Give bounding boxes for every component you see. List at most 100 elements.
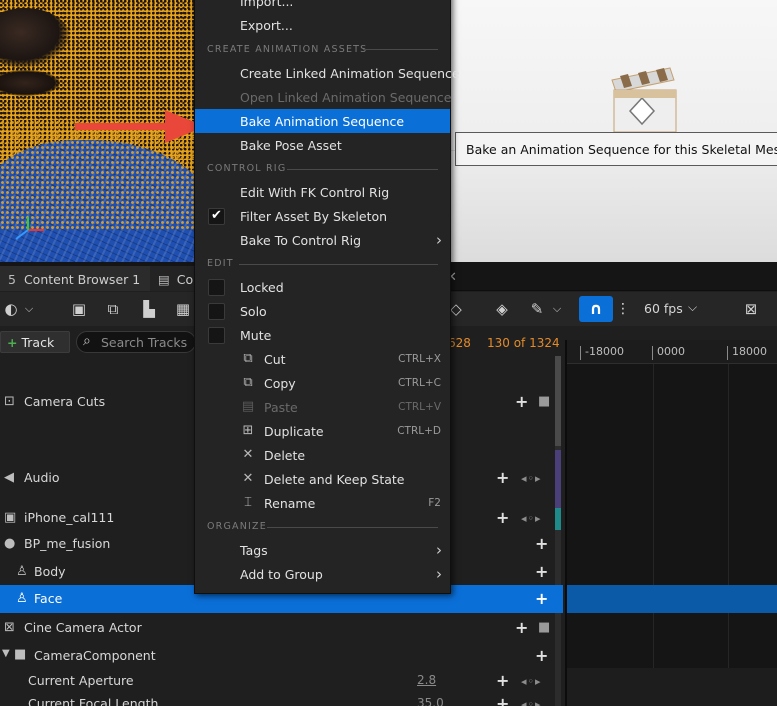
checkbox-checked[interactable]	[208, 208, 225, 225]
viewport-scene[interactable]	[450, 0, 777, 262]
key-navigation-icon[interactable]: ◂◦▸	[521, 675, 542, 688]
section-divider	[287, 169, 438, 170]
skeletal-mesh-icon: ♙	[16, 564, 28, 579]
add-plus-icon[interactable]: +	[535, 589, 548, 608]
menu-item-bake-to-control-rig[interactable]: Bake To Control Rig ›	[195, 228, 450, 252]
menu-item-solo[interactable]: Solo	[195, 299, 450, 323]
expand-arrow-icon[interactable]: ▼	[2, 648, 10, 659]
menu-item-bake-animation-sequence[interactable]: Bake Animation Sequence	[195, 109, 450, 133]
ruler-tick: -18000	[580, 346, 624, 360]
snap-options-button[interactable]: ⋮	[614, 296, 632, 322]
key-navigation-icon[interactable]: ◂◦▸	[521, 698, 542, 706]
frame-start-readout[interactable]: 628	[448, 336, 471, 350]
search-icon: ⌕	[83, 333, 91, 349]
track-current-focal-length[interactable]: Current Focal Length 35.0 + ◂◦▸	[0, 692, 563, 706]
paste-icon: ▤	[241, 399, 255, 414]
grid-line	[653, 364, 654, 706]
camera-component-icon: ■	[14, 647, 27, 662]
audio-icon: ◀	[4, 470, 14, 485]
key-filter-icon[interactable]: ◈	[491, 299, 513, 319]
save-icon[interactable]: ▣	[68, 299, 90, 319]
add-plus-icon[interactable]: +	[496, 694, 509, 706]
menu-item-create-linked-anim[interactable]: Create Linked Animation Sequence	[195, 61, 460, 85]
track-camera-component[interactable]: ▼ ■ CameraComponent +	[0, 644, 563, 668]
menu-item-export[interactable]: Export...	[195, 13, 450, 37]
add-track-button[interactable]: + Track	[0, 331, 70, 353]
menu-item-duplicate[interactable]: ⊞ Duplicate CTRL+D	[195, 419, 450, 443]
menu-item-label: Edit With FK Control Rig	[240, 185, 390, 200]
menu-item-label: Cut	[264, 352, 286, 367]
edit-pencil-icon[interactable]: ✎	[526, 299, 548, 319]
camera-lock-icon[interactable]: ■	[538, 620, 550, 635]
menu-item-delete[interactable]: ✕ Delete	[195, 443, 450, 467]
chevron-down-icon[interactable]: ⌵	[688, 300, 697, 315]
magnet-snap-button[interactable]: ∩	[579, 296, 613, 322]
tab-sequencer[interactable]: ▤ Con	[150, 266, 201, 291]
shortcut-label: CTRL+V	[398, 401, 441, 413]
track-current-aperture[interactable]: Current Aperture 2.8 + ◂◦▸	[0, 669, 563, 693]
checkbox-unchecked[interactable]	[208, 327, 225, 344]
track-label: Face	[34, 591, 63, 606]
add-plus-icon[interactable]: +	[496, 508, 509, 527]
menu-item-locked[interactable]: Locked	[195, 275, 450, 299]
menu-item-tags[interactable]: Tags ›	[195, 538, 450, 562]
chevron-right-icon: ›	[436, 565, 442, 583]
add-plus-icon[interactable]: +	[496, 671, 509, 690]
menu-item-bake-pose-asset[interactable]: Bake Pose Asset	[195, 133, 450, 157]
mesh-chin-shape	[0, 70, 60, 96]
find-in-browser-icon[interactable]: ⧉	[102, 299, 124, 319]
section-header-organize: ORGANIZE	[207, 521, 267, 532]
track-cine-camera-actor[interactable]: ⊠ Cine Camera Actor + ■	[0, 616, 563, 640]
menu-item-mute[interactable]: Mute	[195, 323, 450, 347]
clapper-toolbar-icon[interactable]: ▦	[172, 299, 194, 319]
timeline-area[interactable]: -18000 0000 18000	[565, 340, 777, 706]
chevron-down-icon[interactable]: ⌵	[18, 299, 40, 319]
menu-item-cut[interactable]: ⧉ Cut CTRL+X	[195, 347, 450, 371]
key-navigation-icon[interactable]: ◂◦▸	[521, 472, 542, 485]
menu-item-edit-fk-control-rig[interactable]: Edit With FK Control Rig	[195, 180, 450, 204]
section-header-edit: EDIT	[207, 258, 234, 269]
clapperboard-icon	[611, 67, 677, 133]
add-plus-icon[interactable]: +	[515, 618, 528, 637]
menu-item-add-to-group[interactable]: Add to Group ›	[195, 562, 450, 586]
track-label: Current Aperture	[28, 673, 134, 688]
frame-counter-readout[interactable]: 130 of 1324	[487, 336, 560, 350]
checkbox-unchecked[interactable]	[208, 279, 225, 296]
add-plus-icon[interactable]: +	[515, 392, 528, 411]
render-movie-icon[interactable]: ▙	[138, 299, 160, 319]
camera-lock-icon[interactable]: ■	[538, 394, 550, 409]
search-tracks-input[interactable]: ⌕ Search Tracks	[76, 331, 196, 353]
add-plus-icon[interactable]: +	[535, 562, 548, 581]
menu-item-label: Bake Animation Sequence	[240, 114, 405, 129]
menu-item-label: Import...	[240, 0, 294, 9]
copy-icon: ⧉	[243, 375, 253, 390]
add-plus-icon[interactable]: +	[535, 534, 548, 553]
key-navigation-icon[interactable]: ◂◦▸	[521, 512, 542, 525]
focal-length-value-field[interactable]: 35.0	[417, 696, 444, 706]
section-divider	[239, 264, 438, 265]
framerate-dropdown[interactable]: 60 fps	[644, 301, 683, 316]
ruler-tick: 18000	[727, 346, 767, 360]
menu-item-label: Locked	[240, 280, 284, 295]
track-label: Audio	[24, 470, 60, 485]
menu-item-import[interactable]: Import...	[195, 0, 450, 13]
menu-item-filter-asset-by-skeleton[interactable]: Filter Asset By Skeleton	[195, 204, 450, 228]
add-plus-icon[interactable]: +	[496, 468, 509, 487]
duplicate-icon: ⊞	[242, 423, 254, 438]
menu-item-copy[interactable]: ⧉ Copy CTRL+C	[195, 371, 450, 395]
add-plus-icon[interactable]: +	[535, 646, 548, 665]
delete-x-icon: ✕	[242, 447, 254, 462]
chevron-down-icon[interactable]: ⌵	[546, 299, 568, 319]
viewport-face-mesh[interactable]	[0, 0, 195, 262]
shortcut-label: F2	[428, 497, 441, 509]
curve-editor-icon[interactable]: ⊠	[740, 299, 762, 319]
menu-item-rename[interactable]: ⌶ Rename F2	[195, 491, 450, 515]
aperture-value-field[interactable]: 2.8	[417, 673, 436, 687]
menu-item-delete-keep-state[interactable]: ✕ Delete and Keep State	[195, 467, 450, 491]
search-placeholder: Search Tracks	[101, 335, 188, 350]
tab-content-browser[interactable]: 5 Content Browser 1	[0, 266, 150, 291]
checkbox-unchecked[interactable]	[208, 303, 225, 320]
time-ruler[interactable]: -18000 0000 18000	[567, 340, 777, 364]
face-track-section[interactable]	[567, 585, 777, 613]
menu-item-paste: ▤ Paste CTRL+V	[195, 395, 450, 419]
